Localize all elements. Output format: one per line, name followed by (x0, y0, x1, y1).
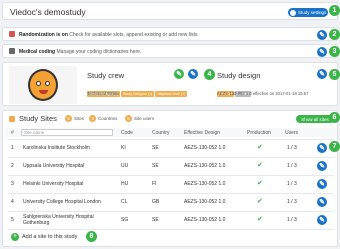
header-bar: Viedoc's demostudy Study settings (2, 2, 338, 20)
randomization-icon (9, 31, 15, 37)
site-code: HU (121, 181, 129, 187)
site-design: AEZS-130-052 1.0 (184, 181, 226, 187)
gear-icon (290, 9, 296, 16)
row-4-edit-button[interactable]: ✎ (317, 197, 327, 207)
add-site-button[interactable]: + Add a site to this study (11, 233, 77, 241)
site-name-filter[interactable]: Site name (21, 129, 113, 136)
site-name: Uppsala University Hospital (23, 163, 85, 169)
site-country: FI (152, 181, 157, 187)
medical-coding-text: Manage your coding dictionaries here. (55, 49, 142, 55)
callout-6: 6 (329, 112, 340, 123)
sites-label: Sites (74, 116, 85, 121)
medical-coding-icon (9, 48, 15, 54)
callout-5: 5 (329, 69, 340, 80)
page-title: Viedoc's demostudy (10, 7, 86, 17)
row-number: 5 (11, 217, 14, 223)
technical-writer-link[interactable]: Technical Writer (87, 91, 119, 96)
sites-count-badge: 5 Sites (65, 115, 84, 122)
callout-7: 7 (329, 141, 340, 152)
site-users: 1 / 3 (287, 163, 297, 169)
site-country: SE (152, 217, 159, 223)
callout-2: 2 (329, 29, 340, 40)
site-country: SE (152, 163, 159, 169)
countries-count: 4 (89, 115, 96, 122)
site-code: KI (121, 145, 126, 151)
users-count: 5 (125, 115, 132, 122)
site-users: 1 / 3 (287, 145, 297, 151)
site-code: UU (121, 163, 129, 169)
crew-manage-button[interactable]: ✎ (188, 69, 198, 79)
col-header-country: Country (152, 130, 170, 136)
callout-8: 8 (86, 231, 97, 242)
study-settings-button[interactable]: Study settings (288, 8, 328, 17)
production-check-icon: ✔ (257, 144, 263, 151)
site-country: GB (152, 199, 160, 205)
callout-4: 4 (204, 69, 215, 80)
site-country: SE (152, 145, 159, 151)
site-code: CL (121, 199, 128, 205)
site-name-filter-label: Site name (24, 130, 45, 135)
site-design: AEZS-130-052 1.0 (184, 145, 226, 151)
study-settings-label: Study settings (298, 10, 327, 15)
site-users: 1 / 3 (287, 199, 297, 205)
row-number: 4 (11, 199, 14, 205)
site-design: AEZS-130-052 1.0 (184, 163, 226, 169)
site-name: University College Hospital London (23, 199, 101, 205)
users-label: Site users (134, 116, 155, 121)
randomization-title: Randomization is on (19, 32, 68, 38)
col-header-code: Code (121, 130, 133, 136)
study-logo (9, 66, 77, 104)
sites-count: 5 (65, 115, 72, 122)
callout-3: 3 (329, 46, 340, 57)
col-header-production: Production (247, 130, 271, 136)
study-design-title: Study design (217, 71, 261, 80)
crew-edit-button[interactable]: ✎ (174, 69, 184, 79)
production-check-icon: ✔ (257, 198, 263, 205)
medical-coding-edit-button[interactable]: ✎ (317, 47, 327, 57)
site-design: AEZS-130-052 1.0 (184, 199, 226, 205)
medical-coding-title: Medical coding (19, 49, 56, 55)
site-users: 1 / 3 (287, 181, 297, 187)
plus-icon: + (11, 233, 19, 241)
row-number: 1 (11, 145, 14, 151)
site-code: SG (121, 217, 129, 223)
cartoon-badge-image (28, 69, 58, 101)
col-header-effective-design: Effective Design (184, 130, 221, 136)
col-header-users: Users (285, 130, 299, 136)
site-name: Helsinki University Hospital (23, 181, 84, 187)
row-number: 3 (11, 181, 14, 187)
site-design: AEZS-130-052 1.0 (184, 217, 226, 223)
randomization-text: Check for available slots, append existi… (67, 32, 199, 38)
callout-1: 1 (329, 5, 340, 16)
production-check-icon: ✔ (257, 180, 263, 187)
row-5-edit-button[interactable]: ✎ (317, 215, 327, 225)
countries-count-badge: 4 Countries (89, 115, 117, 122)
col-header-number: # (11, 130, 14, 136)
countries-label: Countries (98, 116, 118, 121)
site-name: Sahlgrenska University Hospital Gothenbu… (23, 214, 94, 226)
medical-coding-notice: Medical coding Manage your coding dictio… (2, 44, 338, 58)
site-name: Karolinska Institute Stockholm (23, 145, 90, 151)
randomization-edit-button[interactable]: ✎ (317, 30, 327, 40)
design-version-text: AEZS-130-052 1.0 effective on 2017-01-18… (217, 91, 309, 96)
users-count-badge: 5 Site users (125, 115, 154, 122)
production-check-icon: ✔ (257, 162, 263, 169)
production-check-icon: ✔ (257, 216, 263, 223)
role-tag-helpdesk-user: Helpdesk User (1) (155, 91, 188, 97)
role-tag-study-designer: Study Designer (1) (121, 91, 155, 97)
row-number: 2 (11, 163, 14, 169)
row-2-edit-button[interactable]: ✎ (317, 161, 327, 171)
crew-design-panel: Study crew ✎ ✎ Study Manager (1) Study De… (2, 62, 338, 106)
row-1-edit-button[interactable]: ✎ (317, 143, 327, 153)
sites-icon (9, 116, 15, 122)
study-crew-title: Study crew (87, 71, 125, 80)
row-3-edit-button[interactable]: ✎ (317, 179, 327, 189)
add-site-label: Add a site to this study (22, 234, 78, 240)
study-sites-title: Study Sites (19, 114, 57, 123)
site-users: 1 / 3 (287, 217, 297, 223)
design-edit-button[interactable]: ✎ (317, 69, 327, 79)
randomization-notice: Randomization is on Check for available … (2, 27, 338, 41)
study-sites-panel: Study Sites 5 Sites 4 Countries 5 Site u… (2, 110, 338, 247)
